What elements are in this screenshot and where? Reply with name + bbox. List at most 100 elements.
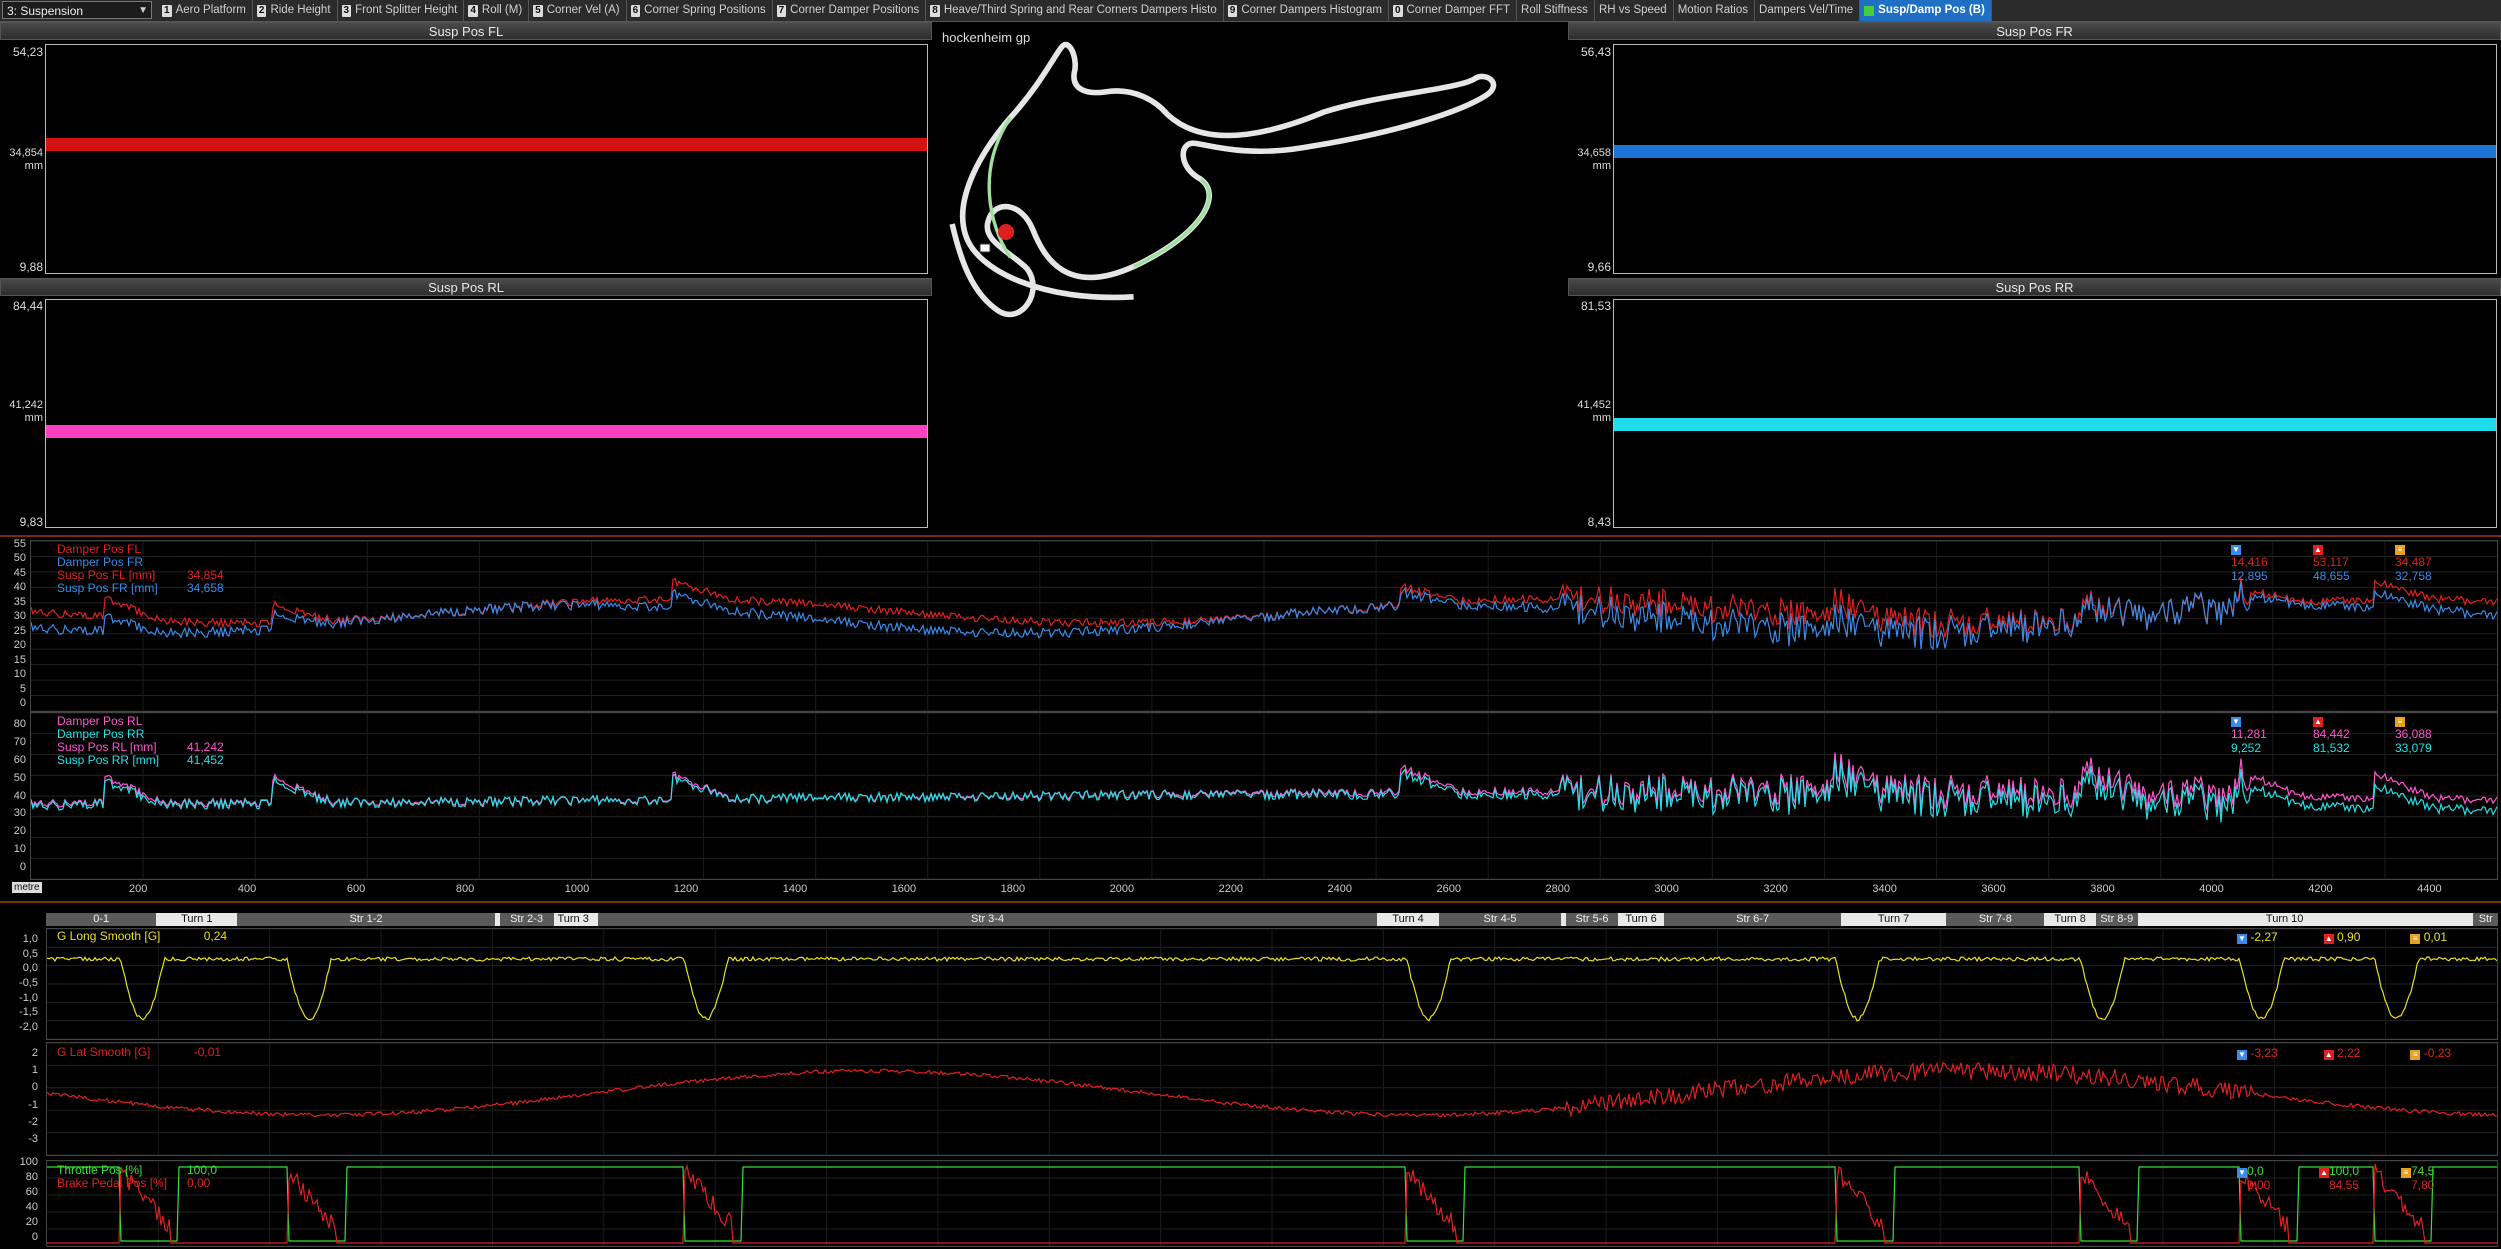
stat-avg: 32,758: [2395, 569, 2432, 583]
max-icon: ▲: [2323, 1050, 2334, 1060]
tab-corner-spring-positions[interactable]: 6 Corner Spring Positions: [627, 0, 773, 21]
segment-str-5-6[interactable]: Str 5-6: [1566, 913, 1618, 926]
splitter-2[interactable]: [0, 901, 2501, 903]
y-tick-label: 70: [13, 735, 26, 748]
tab-label: Ride Height: [270, 4, 331, 16]
x-tick-label: 3600: [1981, 883, 2006, 895]
avg-icon: ≡: [2401, 1168, 2411, 1178]
x-tick-label: 2800: [1545, 883, 1570, 895]
tab-number: 7: [776, 4, 787, 17]
tab-aero-platform[interactable]: 1 Aero Platform: [158, 0, 253, 21]
tab-roll-m-[interactable]: 4 Roll (M): [464, 0, 530, 21]
segment-str-8-9[interactable]: Str 8-9: [2095, 913, 2138, 926]
gauge-rr-max: 81,53: [1580, 299, 1611, 313]
tab-corner-dampers-histogram[interactable]: 9 Corner Dampers Histogram: [1224, 0, 1389, 21]
segment-turn-3[interactable]: Turn 3: [554, 913, 593, 926]
x-tick-label: 2200: [1218, 883, 1244, 895]
gauge-fr-value: 34,658 mm: [1568, 147, 1611, 173]
segment-str[interactable]: Str: [2473, 913, 2498, 926]
y-tick-label: 0: [19, 861, 26, 873]
legend-value: 100,0: [187, 1163, 218, 1177]
tab-label: Corner Damper FFT: [1406, 4, 1511, 16]
y-tick-label: 50: [13, 771, 26, 784]
track-line: [949, 41, 1497, 318]
segment-str-6-7[interactable]: Str 6-7: [1664, 913, 1841, 926]
gauge-rr-bar: [1614, 418, 2496, 432]
panel2-plot: Damper Pos RL Damper Pos RR Susp Pos RL [m…: [30, 712, 2498, 880]
tab-number: 0: [1392, 4, 1403, 17]
track-map[interactable]: hockenheim gp: [936, 22, 1564, 532]
y-tick-label: 0,5: [22, 947, 38, 960]
x-tick-label: 1400: [782, 883, 808, 895]
segment-turn-10[interactable]: Turn 10: [2169, 913, 2399, 926]
tab-corner-damper-positions[interactable]: 7 Corner Damper Positions: [773, 0, 927, 21]
y-tick-label: 0,0: [22, 962, 38, 975]
tab-ride-height[interactable]: 2 Ride Height: [253, 0, 338, 21]
tab-roll-stiffness[interactable]: Roll Stiffness: [1517, 0, 1595, 21]
glong-legend: G Long Smooth [G] 0,24: [57, 930, 227, 943]
tab-rh-vs-speed[interactable]: RH vs Speed: [1595, 0, 1674, 21]
splitter[interactable]: [0, 535, 2501, 537]
tab-motion-ratios[interactable]: Motion Ratios: [1674, 0, 1756, 21]
tab-corner-damper-fft[interactable]: 0 Corner Damper FFT: [1389, 0, 1518, 21]
x-tick-label: 1600: [891, 883, 917, 895]
panel2-traces: [31, 713, 2497, 879]
tab-front-splitter-height[interactable]: 3 Front Splitter Height: [338, 0, 465, 21]
y-tick-label: 30: [13, 610, 26, 623]
tab-heave-third-spring-and-rear-corners-dampers-histo[interactable]: 8 Heave/Third Spring and Rear Corners Dam…: [926, 0, 1224, 21]
tab-dampers-vel-time[interactable]: Dampers Vel/Time: [1755, 0, 1861, 21]
segment-str-1-2[interactable]: Str 1-2: [237, 913, 495, 926]
segment-str-2-3[interactable]: Str 2-3: [499, 913, 554, 926]
gauge-rr-unit: mm: [1592, 412, 1611, 424]
segment-turn-6[interactable]: Turn 6: [1618, 913, 1665, 926]
gauge-fr-unit: mm: [1592, 160, 1611, 172]
active-tab-icon: [1864, 5, 1875, 16]
chevron-down-icon[interactable]: ▼: [138, 2, 148, 20]
tab-corner-vel-a-[interactable]: 5 Corner Vel (A): [529, 0, 627, 21]
glat-legend: G Lat Smooth [G] -0,01: [57, 1046, 221, 1059]
gauge-fr-bar: [1614, 145, 2496, 159]
y-tick-label: 5: [19, 682, 26, 695]
avg-icon: ≡: [2410, 934, 2421, 944]
gauge-rr-title: Susp Pos RR: [1568, 278, 2501, 296]
glong-value: 0,24: [203, 929, 228, 943]
y-tick-label: 20: [25, 1216, 38, 1228]
y-tick-label: 10: [13, 843, 26, 856]
segment-str-3-4[interactable]: Str 3-4: [597, 913, 1378, 926]
gauge-rl-unit: mm: [24, 412, 43, 424]
stat-min: 9,252: [2231, 741, 2262, 755]
y-tick-label: 15: [13, 653, 26, 666]
x-tick-label: 4200: [2308, 883, 2333, 895]
segment-turn-4[interactable]: Turn 4: [1377, 913, 1438, 926]
legend-entry[interactable]: Brake Pedal Pos [%] 0,00: [57, 1177, 217, 1190]
segment-turn-7[interactable]: Turn 7: [1841, 913, 1946, 926]
tab-label: Corner Damper Positions: [790, 4, 920, 16]
stat-max: 100,0: [2329, 1164, 2360, 1178]
legend-entry[interactable]: Susp Pos FR [mm] 34,658: [57, 582, 224, 595]
worksheet-tab-bar: 3: Suspension ▼ 1 Aero Platform 2 Ride Heig…: [0, 0, 2501, 22]
stat-min: 11,281: [2231, 727, 2267, 741]
min-icon: ▼: [2237, 1168, 2247, 1178]
tab-susp-damp-pos-b-[interactable]: Susp/Damp Pos (B): [1860, 0, 1992, 21]
stat-max: 81,532: [2313, 741, 2350, 755]
tab-number: 4: [468, 4, 478, 17]
segment-turn-8[interactable]: Turn 8: [2044, 913, 2095, 926]
segment-turn-1[interactable]: Turn 1: [156, 913, 237, 926]
segment-str-7-8[interactable]: Str 7-8: [1946, 913, 2045, 926]
gauge-fl-bar: [46, 137, 927, 151]
segment-str-4-5[interactable]: Str 4-5: [1438, 913, 1562, 926]
legend-value: 34,854: [187, 568, 224, 582]
glong-label: G Long Smooth [G]: [57, 929, 161, 943]
glat-plot: G Lat Smooth [G] -0,01 ▼ -3,23 ▲ 2,22 ≡ …: [46, 1042, 2498, 1156]
gauge-rr-min: 8,43: [1587, 515, 1611, 529]
x-tick-label: 2000: [1109, 883, 1135, 895]
worksheet-select[interactable]: 3: Suspension ▼: [2, 1, 152, 19]
y-tick-label: 1: [31, 1064, 38, 1077]
gauge-rr-value: 41,452 mm: [1568, 399, 1611, 425]
stat-max: 84,442: [2313, 727, 2350, 741]
segment-0-1[interactable]: 0-1: [46, 913, 157, 926]
y-tick-label: 45: [13, 566, 26, 579]
legend-entry[interactable]: Susp Pos RR [mm] 41,452: [57, 754, 224, 767]
track-segment-bar[interactable]: 0-1 Turn 1 Str 1-2 Str 2-3 Turn 3 Str 3-4 Turn…: [46, 913, 2498, 926]
panel1-traces: [31, 541, 2497, 711]
